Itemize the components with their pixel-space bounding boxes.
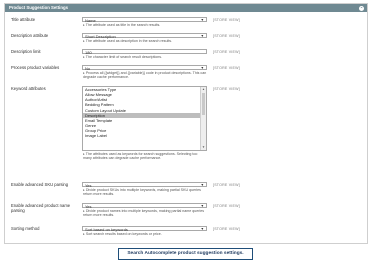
dropdown-arrow-icon: ▼	[200, 34, 204, 38]
scope-label: [STORE VIEW]	[213, 226, 240, 231]
scroll-down-icon[interactable]: ▼	[201, 145, 206, 150]
scrollbar[interactable]: ▲ ▼	[200, 87, 206, 150]
panel-header[interactable]: Product Suggestion Settings ⌃	[5, 4, 367, 12]
settings-panel: Product Suggestion Settings ⌃ Title attr…	[4, 3, 368, 244]
field-label: Sorting method	[11, 226, 40, 231]
name-parsing-select[interactable]: Yes ▼	[82, 203, 207, 209]
scroll-up-icon[interactable]: ▲	[201, 87, 206, 92]
scope-label: [STORE VIEW]	[213, 86, 240, 91]
description-limit-input[interactable]: 180	[82, 49, 207, 55]
field-label: Enable advanced product name parsing	[11, 203, 71, 214]
dropdown-arrow-icon: ▼	[200, 18, 204, 22]
scrollbar-thumb[interactable]	[201, 93, 205, 115]
field-label: Keyword attributes	[11, 86, 46, 91]
field-note: Divide product names into multiple keywo…	[82, 209, 207, 218]
field-note: Divide product SKUs into multiple keywor…	[82, 188, 207, 197]
scope-label: [STORE VIEW]	[213, 203, 240, 208]
scope-label: [STORE VIEW]	[213, 182, 240, 187]
dropdown-arrow-icon: ▼	[200, 227, 204, 231]
field-note: The attribute used as description in the…	[82, 39, 207, 43]
field-label: Process product variables	[11, 65, 60, 70]
figure-caption: Search Autocomplete product suggestion s…	[118, 248, 253, 260]
scope-label: [STORE VIEW]	[213, 65, 240, 70]
field-note: The attribute used as title in the searc…	[82, 23, 207, 27]
keyword-attributes-multiselect[interactable]: Accessories Type Allow Message Author/Ar…	[82, 86, 207, 151]
field-note: The attributes used as keywords for sear…	[82, 152, 207, 161]
title-attribute-select[interactable]: Name ▼	[82, 17, 207, 23]
scope-label: [STORE VIEW]	[213, 49, 240, 54]
dropdown-arrow-icon: ▼	[200, 204, 204, 208]
field-note: Process all {{widget}} and {{variable}} …	[82, 71, 207, 80]
process-variables-select[interactable]: No ▼	[82, 65, 207, 71]
field-note: The character limit of search result des…	[82, 55, 207, 59]
field-label: Title attribute	[11, 17, 36, 22]
field-label: Description limit	[11, 49, 41, 54]
scope-label: [STORE VIEW]	[213, 17, 240, 22]
sorting-method-select[interactable]: Sort based on keywords ▼	[82, 226, 207, 232]
dropdown-arrow-icon: ▼	[200, 183, 204, 187]
field-note: Sort search results based on keywords or…	[82, 232, 207, 236]
chevron-up-icon[interactable]: ⌃	[359, 5, 364, 11]
sku-parsing-select[interactable]: Yes ▼	[82, 182, 207, 188]
panel-title: Product Suggestion Settings	[9, 5, 68, 10]
field-label: Description attribute	[11, 33, 49, 38]
dropdown-arrow-icon: ▼	[200, 66, 204, 70]
description-attribute-select[interactable]: Short Description ▼	[82, 33, 207, 39]
field-label: Enable advanced SKU parsing	[11, 182, 69, 187]
option-item[interactable]: Image Label	[83, 133, 200, 138]
scope-label: [STORE VIEW]	[213, 33, 240, 38]
